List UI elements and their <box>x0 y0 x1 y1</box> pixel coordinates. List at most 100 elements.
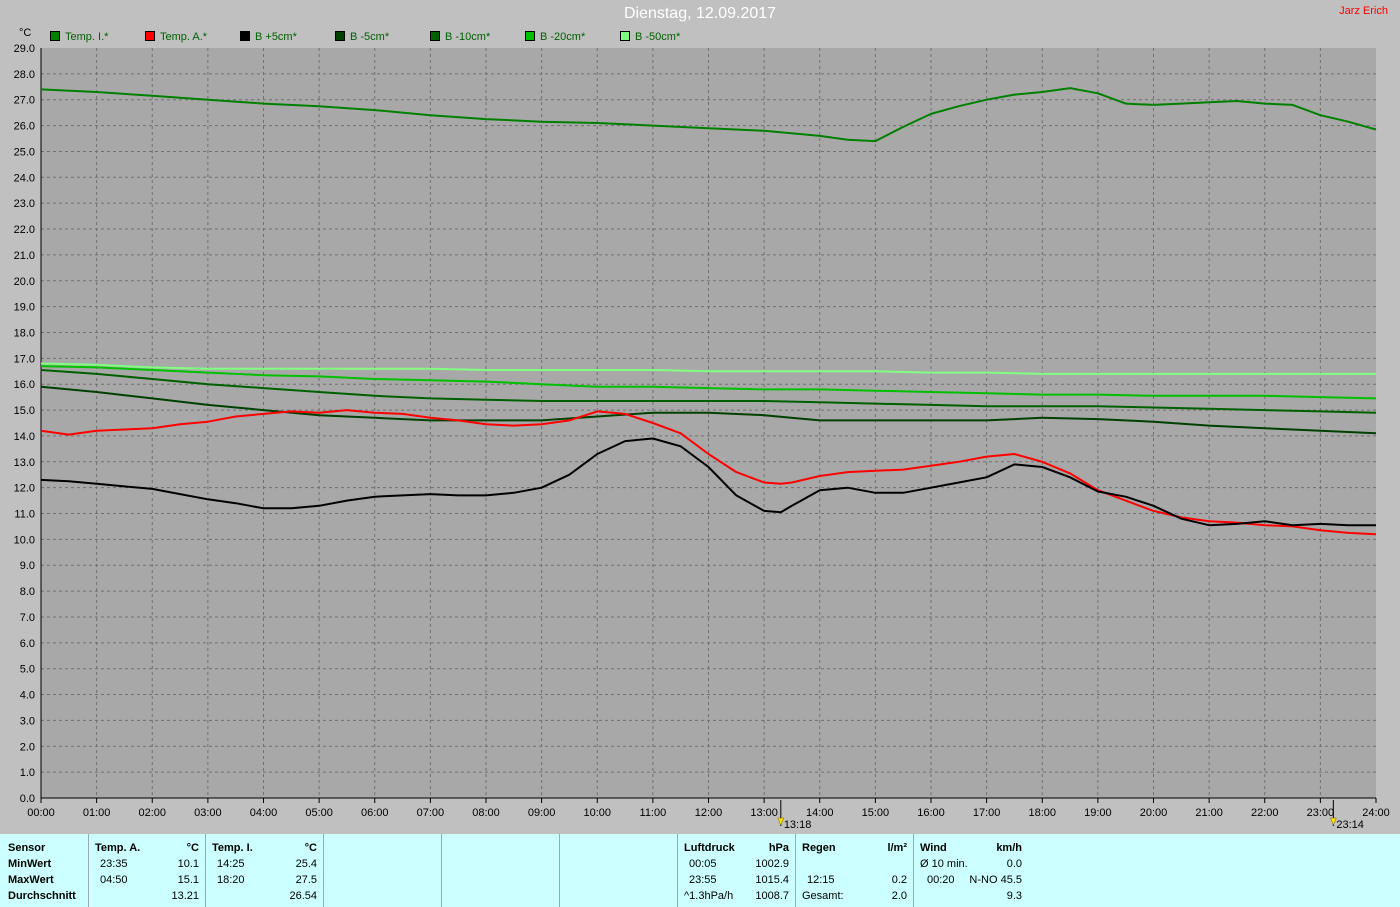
legend-swatch <box>525 31 535 42</box>
x-tick-label: 16:00 <box>917 807 945 819</box>
y-tick-label: 21.0 <box>14 250 35 262</box>
y-tick-label: 16.0 <box>14 379 35 391</box>
y-tick-label: 2.0 <box>20 741 35 753</box>
legend-item: B -50cm* <box>620 31 680 43</box>
x-tick-label: 14:00 <box>806 807 834 819</box>
temp-a-max-time: 04:50 <box>100 874 128 886</box>
legend-label: B -5cm* <box>350 31 390 43</box>
x-tick-label: 02:00 <box>138 807 166 819</box>
y-tick-label: 4.0 <box>20 690 35 702</box>
legend-swatch <box>430 31 440 42</box>
legend-label: Temp. A.* <box>160 31 208 43</box>
rain-column: Regen l/m² 12:15 0.2 Gesamt: 2.0 <box>796 834 914 907</box>
x-tick-label: 05:00 <box>305 807 333 819</box>
x-tick-label: 00:00 <box>27 807 55 819</box>
pressure-average: 1008.7 <box>755 890 789 902</box>
pressure-column: Luftdruck hPa 00:05 1002.9 23:55 1015.4 … <box>678 834 796 907</box>
temp-i-min-time: 14:25 <box>217 858 245 870</box>
legend-swatch <box>240 31 250 42</box>
event-marker-label: 13:18 <box>784 819 812 831</box>
wind-max-value: N-NO 45.5 <box>969 874 1022 886</box>
page-title: Dienstag, 12.09.2017 <box>623 5 777 22</box>
y-tick-label: 26.0 <box>14 121 35 133</box>
x-tick-label: 10:00 <box>583 807 611 819</box>
rain-header: Regen <box>802 842 836 854</box>
legend-label: B -10cm* <box>445 31 491 43</box>
rain-max-value: 0.2 <box>891 874 907 886</box>
x-tick-label: 04:00 <box>250 807 278 819</box>
y-tick-label: 1.0 <box>20 767 35 779</box>
x-tick-label: 03:00 <box>194 807 222 819</box>
x-tick-label: 15:00 <box>862 807 890 819</box>
temp-a-column: Temp. A. °C 23:35 10.1 04:50 15.1 13.21 <box>89 834 206 907</box>
temp-i-min-value: 25.4 <box>295 858 317 870</box>
x-tick-label: 21:00 <box>1195 807 1223 819</box>
pressure-max-time: 23:55 <box>689 874 717 886</box>
y-tick-label: 13.0 <box>14 457 35 469</box>
temp-i-max-value: 27.5 <box>295 874 317 886</box>
y-tick-label: 15.0 <box>14 405 35 417</box>
pressure-max-value: 1015.4 <box>755 874 789 886</box>
wind-average: 9.3 <box>1006 890 1022 902</box>
y-tick-label: 11.0 <box>14 509 35 521</box>
x-tick-label: 09:00 <box>528 807 556 819</box>
x-tick-label: 20:00 <box>1140 807 1168 819</box>
y-axis-unit: °C <box>19 27 32 39</box>
y-tick-label: 5.0 <box>20 664 35 676</box>
y-tick-label: 27.0 <box>14 95 35 107</box>
y-tick-label: 3.0 <box>20 715 35 727</box>
statistics-panel: Sensor MinWert MaxWert Durchschnitt Temp… <box>0 834 1400 907</box>
y-tick-label: 6.0 <box>20 638 35 650</box>
legend-label: Temp. I.* <box>65 31 109 43</box>
x-tick-label: 08:00 <box>472 807 500 819</box>
temp-a-header: Temp. A. <box>95 842 141 854</box>
legend-item: Temp. A.* <box>145 31 207 43</box>
y-tick-label: 10.0 <box>14 534 35 546</box>
pressure-min-value: 1002.9 <box>755 858 789 870</box>
y-tick-label: 22.0 <box>14 224 35 236</box>
temp-i-unit: °C <box>304 842 317 854</box>
legend-label: B -50cm* <box>635 31 681 43</box>
legend-swatch <box>50 31 60 42</box>
sensor-header: Sensor <box>8 842 46 854</box>
x-tick-label: 07:00 <box>417 807 445 819</box>
legend-item: Temp. I.* <box>50 31 108 43</box>
sensor-column: Sensor MinWert MaxWert Durchschnitt <box>0 834 89 907</box>
y-tick-label: 8.0 <box>20 586 35 598</box>
temp-i-header: Temp. I. <box>212 842 253 854</box>
x-tick-label: 01:00 <box>83 807 111 819</box>
wind-avg10-label: Ø 10 min. <box>920 858 968 870</box>
legend-swatch <box>145 31 155 42</box>
legend-item: B -20cm* <box>525 31 585 43</box>
legend-item: B -5cm* <box>335 31 389 43</box>
x-tick-label: 22:00 <box>1251 807 1279 819</box>
row-label-max: MaxWert <box>8 874 54 886</box>
y-tick-label: 14.0 <box>14 431 35 443</box>
row-label-min: MinWert <box>8 858 52 870</box>
legend-item: B +5cm* <box>240 31 297 43</box>
x-tick-label: 19:00 <box>1084 807 1112 819</box>
y-tick-label: 23.0 <box>14 198 35 210</box>
legend-swatch <box>620 31 630 42</box>
y-tick-label: 19.0 <box>14 302 35 314</box>
y-tick-label: 28.0 <box>14 69 35 81</box>
wind-unit: km/h <box>996 842 1022 854</box>
x-tick-label: 06:00 <box>361 807 389 819</box>
wind-header: Wind <box>920 842 947 854</box>
x-tick-label: 11:00 <box>640 807 667 819</box>
author-label: Jarz Erich <box>1339 5 1388 17</box>
empty-column-1 <box>324 834 442 907</box>
empty-column-3 <box>560 834 678 907</box>
temp-a-average: 13.21 <box>171 890 199 902</box>
y-tick-label: 7.0 <box>20 612 35 624</box>
temp-i-average: 26.54 <box>289 890 317 902</box>
x-tick-label: 18:00 <box>1028 807 1056 819</box>
rain-total-value: 2.0 <box>891 890 907 902</box>
temp-a-unit: °C <box>186 842 199 854</box>
temp-a-min-value: 10.1 <box>177 858 199 870</box>
y-tick-label: 20.0 <box>14 276 35 288</box>
x-tick-label: 12:00 <box>695 807 723 819</box>
legend-swatch <box>335 31 345 42</box>
y-tick-label: 0.0 <box>20 793 35 805</box>
y-tick-label: 9.0 <box>20 560 35 572</box>
